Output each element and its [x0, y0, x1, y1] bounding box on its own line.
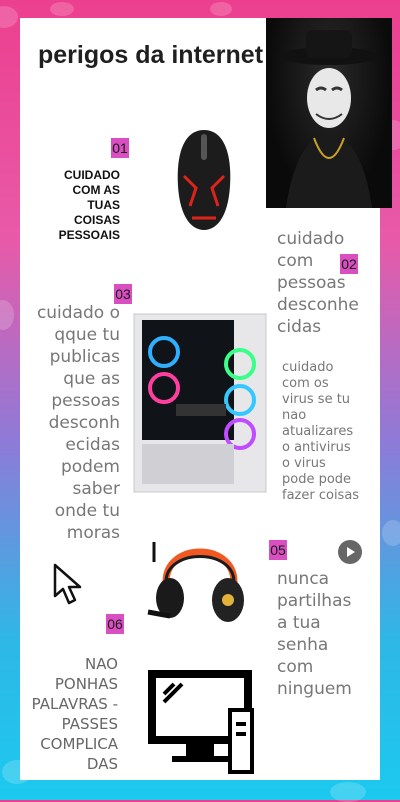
background-blob: [50, 2, 74, 16]
cursor-icon: [52, 562, 86, 606]
page-title: perigos da internet: [38, 41, 264, 69]
tip-text-03: cuidado o qque tu publicas que as pessoa…: [36, 303, 120, 543]
background-blob: [0, 300, 14, 330]
tip-number-02: 02: [340, 254, 358, 274]
hacker-mask-photo: [266, 18, 392, 208]
tip-number-03: 03: [114, 284, 132, 304]
gaming-pc-image: [130, 304, 270, 496]
poster-card: perigos da internet 01 CUIDADO COM AS TU…: [20, 18, 392, 780]
tip-number-05: 05: [269, 540, 287, 560]
gaming-mouse-image: [170, 126, 238, 234]
tip-text-05: nunca partilhas a tua senha com ninguem: [277, 569, 352, 699]
tip-text-01: CUIDADO COM AS TUAS COISAS PESSOAIS: [58, 168, 120, 242]
background-blob: [0, 6, 18, 28]
play-icon[interactable]: [338, 540, 362, 564]
tip-text-02: cuidado com pessoas desconhe cidas: [277, 229, 359, 337]
background-blob: [330, 782, 366, 802]
tip-number-01: 01: [111, 138, 129, 158]
headset-image: [140, 522, 260, 642]
tip-text-06: NAO PONHAS PALAVRAS - PASSES COMPLICA DA…: [31, 655, 118, 773]
computer-monitor-icon: [148, 670, 258, 776]
background-blob: [210, 2, 232, 16]
background-blob: [382, 520, 400, 546]
tip-number-06: 06: [106, 614, 124, 634]
tip-text-04: cuidado com os virus se tu nao atualizar…: [282, 360, 360, 503]
